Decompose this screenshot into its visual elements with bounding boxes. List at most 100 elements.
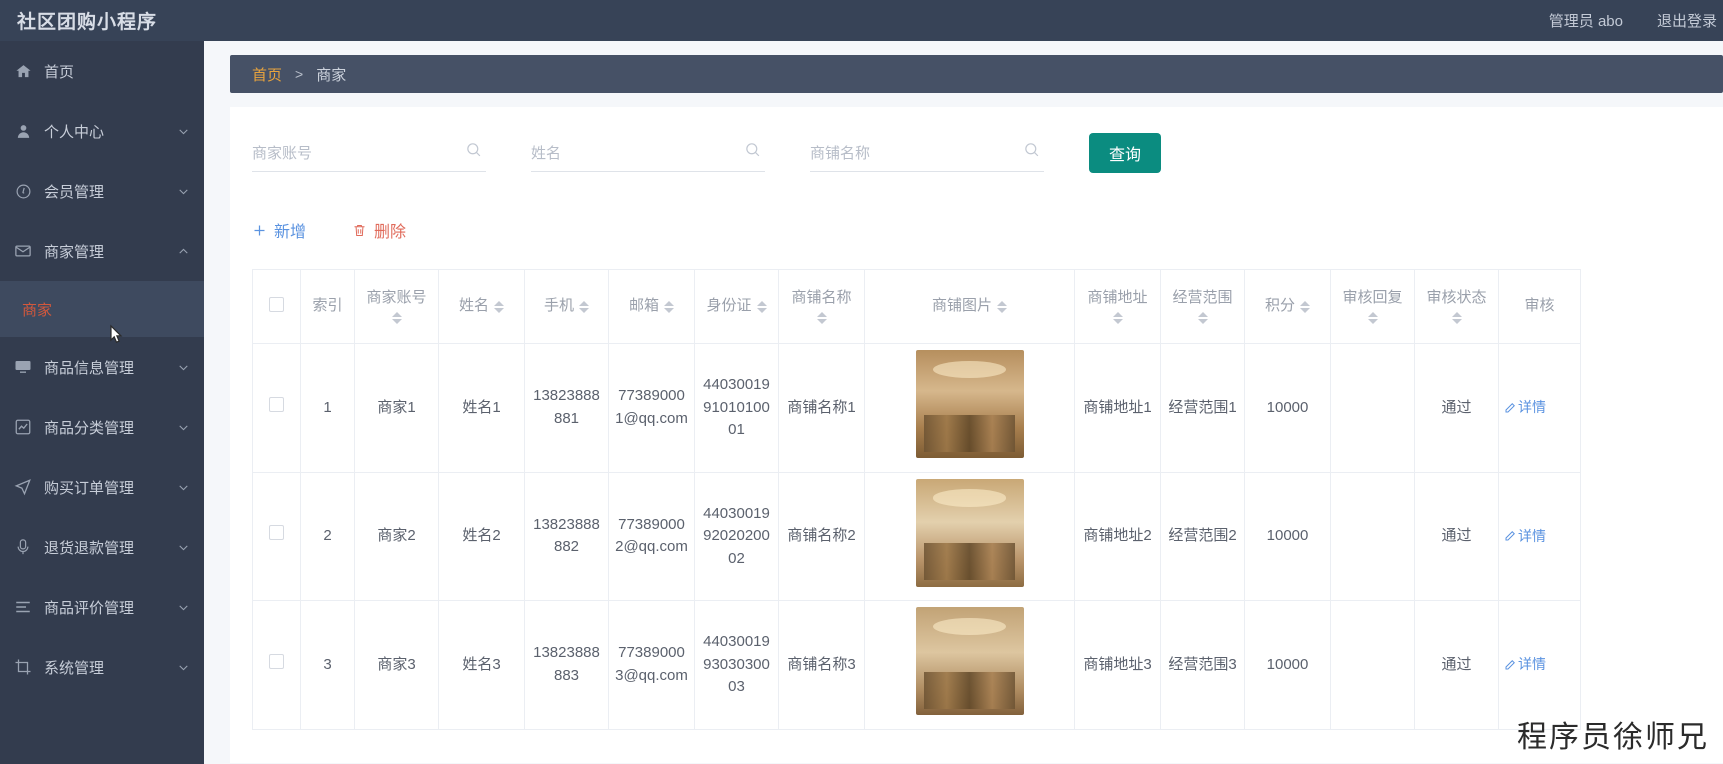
sort-icon[interactable]: [1112, 312, 1123, 325]
table-header-business-scope[interactable]: 经营范围: [1160, 269, 1245, 344]
cell-name: 姓名3: [438, 600, 525, 730]
sidebar-item-merchant-management[interactable]: 商家管理: [0, 221, 204, 281]
search-input-name[interactable]: [531, 138, 727, 168]
cell-email: 773890002@qq.com: [608, 472, 695, 601]
sort-icon[interactable]: [494, 300, 504, 313]
send-icon: [12, 476, 34, 498]
search-input-account[interactable]: [252, 138, 448, 168]
breadcrumb-home-link[interactable]: 首页: [252, 64, 282, 85]
cell-audit-reply: [1330, 343, 1415, 473]
row-detail-link[interactable]: 详情: [1504, 526, 1546, 547]
table-row[interactable]: 1 商家1 姓名1 13823888881 773890001@qq.com 4…: [252, 343, 1581, 473]
sidebar-item-system-management[interactable]: 系统管理: [0, 637, 204, 697]
add-button-label: 新增: [274, 224, 307, 241]
table-header-email[interactable]: 邮箱: [608, 269, 695, 344]
table-header-audit-reply[interactable]: 审核回复: [1330, 269, 1415, 344]
table-header-name[interactable]: 姓名: [438, 269, 525, 344]
chevron-down-icon: [177, 125, 190, 138]
sidebar-item-label: 商品信息管理: [44, 359, 135, 377]
search-icon[interactable]: [1023, 141, 1040, 158]
cell-account: 商家3: [354, 600, 439, 730]
cell-shop-name: 商铺名称3: [778, 600, 865, 730]
search-input-shop-name[interactable]: [810, 138, 1006, 168]
column-label: 商家账号: [366, 288, 427, 306]
sidebar-item-return-refund-management[interactable]: 退货退款管理: [0, 517, 204, 577]
cell-business-scope: 经营范围2: [1160, 472, 1245, 601]
sort-icon[interactable]: [391, 312, 402, 325]
sidebar-item-personal-center[interactable]: 个人中心: [0, 101, 204, 161]
chevron-down-icon: [177, 421, 190, 434]
table-row[interactable]: 2 商家2 姓名2 13823888882 773890002@qq.com 4…: [252, 472, 1581, 601]
sidebar-item-product-info-management[interactable]: 商品信息管理: [0, 337, 204, 397]
sidebar-item-member-management[interactable]: 会员管理: [0, 161, 204, 221]
sort-icon[interactable]: [997, 300, 1007, 313]
table-header-index: 索引: [300, 269, 355, 344]
table-header-phone[interactable]: 手机: [524, 269, 609, 344]
row-checkbox[interactable]: [269, 396, 284, 412]
row-detail-label: 详情: [1518, 527, 1546, 544]
monitor-icon: [12, 356, 34, 378]
sidebar-item-product-review-management[interactable]: 商品评价管理: [0, 577, 204, 637]
sidebar-item-purchase-order-management[interactable]: 购买订单管理: [0, 457, 204, 517]
row-detail-link[interactable]: 详情: [1504, 654, 1546, 675]
column-label: 姓名: [458, 297, 489, 315]
sort-icon[interactable]: [1300, 300, 1310, 313]
search-icon[interactable]: [465, 141, 482, 158]
chevron-down-icon: [177, 185, 190, 198]
pencil-icon: [1504, 402, 1516, 414]
row-detail-link[interactable]: 详情: [1504, 397, 1546, 418]
row-select-cell: [252, 472, 301, 601]
table-header-shop-name[interactable]: 商铺名称: [778, 269, 865, 344]
sidebar-item-label: 购买订单管理: [44, 479, 135, 497]
column-label: 邮箱: [628, 297, 659, 315]
cell-email: 773890001@qq.com: [608, 343, 695, 473]
table-row[interactable]: 3 商家3 姓名3 13823888883 773890003@qq.com 4…: [252, 600, 1581, 730]
search-field-account: [252, 135, 486, 172]
table-header-audit-status[interactable]: 审核状态: [1414, 269, 1499, 344]
sidebar-item-label: 退货退款管理: [44, 539, 135, 557]
cell-shop-address: 商铺地址3: [1074, 600, 1161, 730]
pencil-icon: [1504, 659, 1516, 671]
sort-icon[interactable]: [1367, 312, 1378, 325]
sidebar-item-product-category-management[interactable]: 商品分类管理: [0, 397, 204, 457]
shop-photo-thumbnail[interactable]: [915, 478, 1024, 587]
app-root: 社区团购小程序 管理员 abo 退出登录 首页 个人中心 会员管理 商家管理 商…: [0, 0, 1723, 764]
table-header-shop-image[interactable]: 商铺图片: [864, 269, 1075, 344]
sort-icon[interactable]: [579, 300, 589, 313]
merchant-table-container[interactable]: 索引 商家账号 姓名 手机 邮箱 身份证 商铺名称 商铺图片 商铺地址 经营范围…: [252, 269, 1723, 749]
cell-name: 姓名2: [438, 472, 525, 601]
sort-icon[interactable]: [664, 300, 674, 313]
sort-icon[interactable]: [816, 312, 827, 325]
sidebar-subitem-merchant[interactable]: 商家: [0, 281, 204, 337]
cell-points: 10000: [1244, 343, 1331, 473]
sort-icon[interactable]: [756, 300, 767, 313]
trash-icon: [352, 223, 367, 238]
column-label: 审核回复: [1342, 288, 1403, 306]
table-toolbar: 新增 删除: [252, 213, 1723, 247]
table-header-points[interactable]: 积分: [1244, 269, 1331, 344]
add-button[interactable]: 新增: [252, 218, 306, 242]
breadcrumb-separator: >: [295, 66, 304, 82]
search-icon[interactable]: [744, 141, 761, 158]
select-all-checkbox[interactable]: [269, 297, 284, 312]
shop-photo-thumbnail[interactable]: [915, 350, 1024, 458]
sort-icon[interactable]: [1451, 312, 1462, 325]
row-checkbox[interactable]: [269, 525, 284, 540]
logout-button[interactable]: 退出登录: [1657, 10, 1717, 31]
table-header-shop-address[interactable]: 商铺地址: [1074, 269, 1161, 344]
row-action-group: 详情: [1504, 526, 1575, 547]
cell-email: 773890003@qq.com: [608, 600, 695, 730]
sidebar-item-home[interactable]: 首页: [0, 41, 204, 101]
row-checkbox[interactable]: [269, 653, 284, 669]
shop-photo-thumbnail[interactable]: [915, 607, 1024, 715]
search-field-shop-name: [810, 135, 1044, 172]
delete-button[interactable]: 删除: [352, 218, 406, 242]
cell-name: 姓名1: [438, 343, 525, 473]
query-button[interactable]: 查询: [1089, 133, 1161, 173]
sort-icon[interactable]: [1197, 312, 1208, 325]
header-user-area: 管理员 abo 退出登录: [1515, 10, 1723, 31]
app-brand-title: 社区团购小程序: [17, 12, 158, 33]
table-header-account[interactable]: 商家账号: [354, 269, 439, 344]
cell-audit-action: 详情: [1498, 600, 1581, 730]
table-header-idcard[interactable]: 身份证: [694, 269, 779, 344]
